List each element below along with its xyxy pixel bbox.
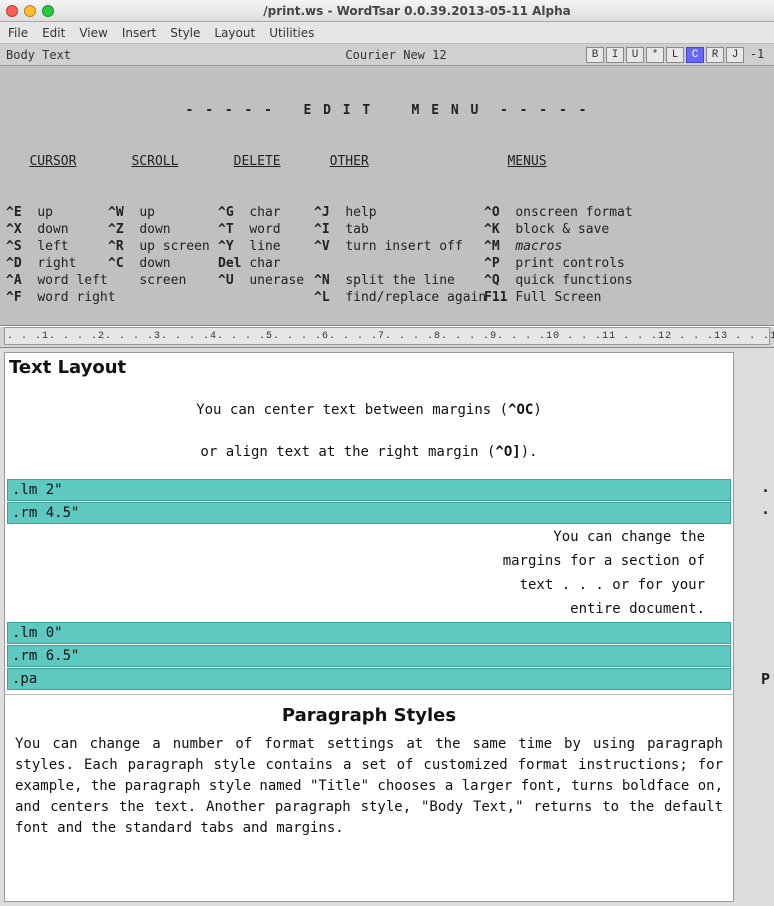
col-cursor: CURSOR [29,154,76,169]
help-item: ^G char [218,204,314,221]
col-delete: DELETE [234,154,281,169]
ruler[interactable]: . . .1. . . .2. . . .3. . . .4. . . .5. … [0,326,774,348]
help-item: ^P print controls [484,255,684,272]
dot-command: .rm 4.5" [7,502,731,524]
page-marker: P [761,670,770,688]
window-title: /print.ws - WordTsar 0.0.39.2013-05-11 A… [60,4,774,18]
help-item: F11 Full Screen [484,289,684,306]
menu-view[interactable]: View [79,26,107,40]
menubar: File Edit View Insert Style Layout Utili… [0,22,774,44]
section-heading: Text Layout [5,353,733,384]
doc-text-line: You can change the [5,525,733,549]
bold-button[interactable]: B [586,47,604,63]
edit-menu-help: - - - - - E D I T M E N U - - - - - CURS… [0,66,774,326]
help-item [314,255,484,272]
help-item: ^M macros [484,238,684,255]
dot-command: .lm 0" [7,622,731,644]
document-page[interactable]: Text Layout You can center text between … [4,352,734,902]
help-item: ^O onscreen format [484,204,684,221]
help-item: ^K block & save [484,221,684,238]
help-item: ^U unerase [218,272,314,289]
dot-command: .pa [7,668,731,690]
help-item: ^Z down [108,221,218,238]
help-item: ^I tab [314,221,484,238]
help-title: - - - - - E D I T M E N U - - - - - [6,102,768,119]
help-item [218,289,314,306]
dot-command: .rm 6.5" [7,645,731,667]
help-item: ^E up [6,204,108,221]
doc-text-line: margins for a section of [5,549,733,573]
help-item: ^A word left [6,272,108,289]
align-left-button[interactable]: L [666,47,684,63]
section-heading: Paragraph Styles [5,699,733,732]
format-buttons: B I U * L C R J -1 [586,47,768,63]
italic-button[interactable]: I [606,47,624,63]
menu-edit[interactable]: Edit [42,26,65,40]
align-justify-button[interactable]: J [726,47,744,63]
help-item: screen [108,272,218,289]
menu-style[interactable]: Style [170,26,200,40]
format-number: -1 [746,47,768,63]
dot-command: .lm 2" [7,479,731,501]
help-item: ^J help [314,204,484,221]
doc-text-line: or align text at the right margin (^O]). [5,440,733,464]
help-item: ^S left [6,238,108,255]
help-item [108,289,218,306]
help-item: ^R up screen [108,238,218,255]
minimize-icon[interactable] [24,5,36,17]
doc-text-line: You can center text between margins (^OC… [5,398,733,422]
help-item: ^W up [108,204,218,221]
doc-text-line: entire document. [5,597,733,621]
doc-text-line: text . . . or for your [5,573,733,597]
window-titlebar: /print.ws - WordTsar 0.0.39.2013-05-11 A… [0,0,774,22]
star-button[interactable]: * [646,47,664,63]
close-icon[interactable] [6,5,18,17]
col-menus: MENUS [507,154,546,169]
help-item: ^D right [6,255,108,272]
help-item: ^V turn insert off [314,238,484,255]
menu-utilities[interactable]: Utilities [269,26,314,40]
align-center-button[interactable]: C [686,47,704,63]
menu-insert[interactable]: Insert [122,26,156,40]
help-item: ^Y line [218,238,314,255]
menu-file[interactable]: File [8,26,28,40]
underline-button[interactable]: U [626,47,644,63]
status-bar: Body Text Courier New 12 B I U * L C R J… [0,44,774,66]
margin-marker: . [761,500,770,518]
help-item: Del char [218,255,314,272]
help-item: ^T word [218,221,314,238]
paragraph-style-display: Body Text [6,48,206,62]
help-item: ^X down [6,221,108,238]
align-right-button[interactable]: R [706,47,724,63]
help-item: ^N split the line [314,272,484,289]
col-scroll: SCROLL [131,154,178,169]
help-item: ^C down [108,255,218,272]
help-item: ^Q quick functions [484,272,684,289]
font-display: Courier New 12 [206,48,586,62]
ruler-scale: . . .1. . . .2. . . .3. . . .4. . . .5. … [4,327,770,345]
menu-layout[interactable]: Layout [214,26,255,40]
zoom-icon[interactable] [42,5,54,17]
doc-paragraph: You can change a number of format settin… [5,732,733,841]
col-other: OTHER [330,154,369,169]
margin-marker: . [761,478,770,496]
document-area: . . P Text Layout You can center text be… [0,348,774,906]
help-item: ^L find/replace again [314,289,484,306]
help-item: ^F word right [6,289,108,306]
